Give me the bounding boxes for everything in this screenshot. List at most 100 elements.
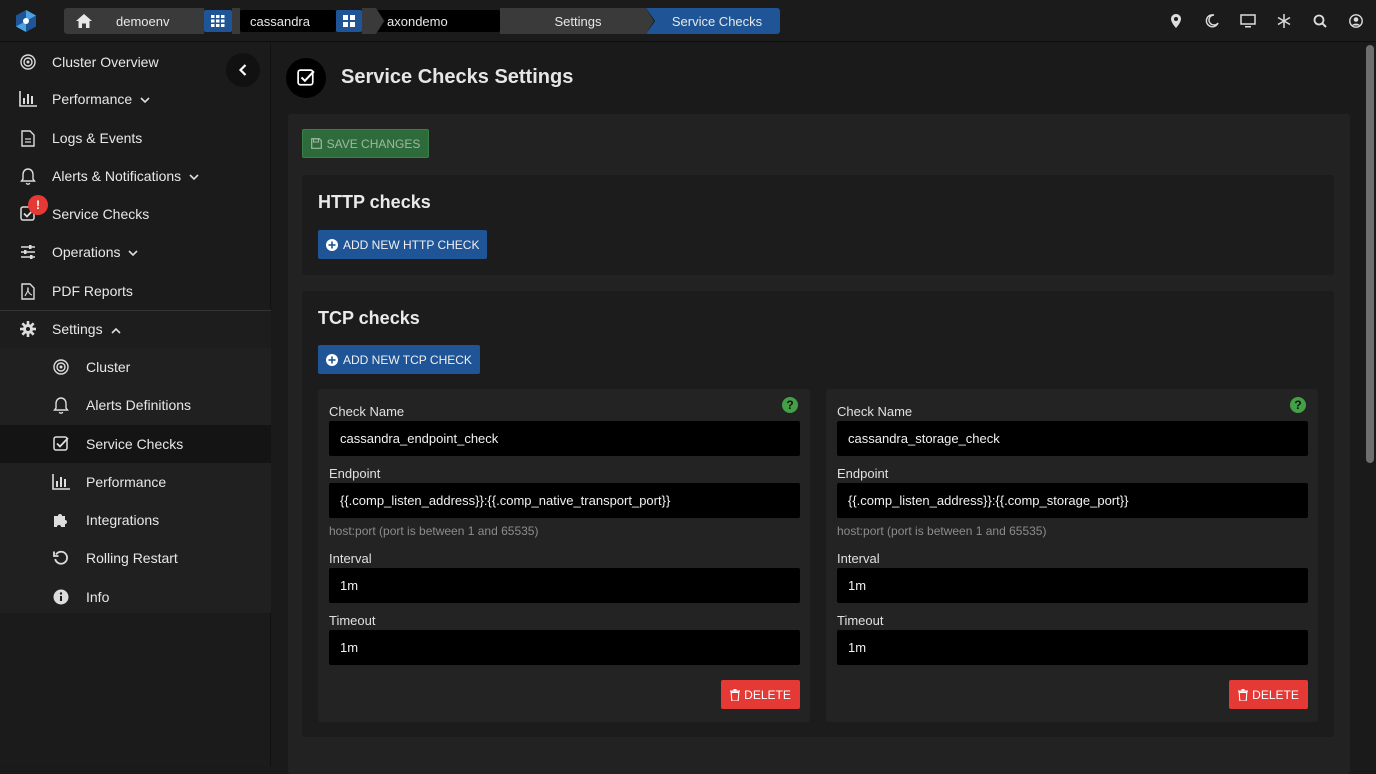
settings-item-integrations[interactable]: Integrations [0, 501, 271, 539]
sidebar-item-logs-events[interactable]: Logs & Events [0, 119, 271, 157]
settings-item-service-checks[interactable]: Service Checks [0, 425, 271, 463]
settings-item-label: Cluster [86, 359, 131, 375]
timeout-label: Timeout [837, 613, 884, 628]
settings-item-alerts-definitions[interactable]: Alerts Definitions [0, 386, 271, 424]
sliders-icon [18, 242, 38, 262]
sidebar-item-label-row: Operations [52, 244, 139, 260]
breadcrumb-home[interactable] [64, 8, 104, 34]
sidebar-item-label: Operations [52, 244, 121, 260]
user-icon[interactable] [1346, 11, 1366, 31]
page-title: Service Checks Settings [341, 66, 574, 88]
grid-icon [211, 15, 225, 27]
settings-item-rolling-restart[interactable]: Rolling Restart [0, 539, 271, 577]
breadcrumb-settings[interactable]: Settings [500, 8, 655, 34]
settings-item-label: Integrations [86, 512, 160, 528]
save-changes-label: SAVE CHANGES [326, 136, 421, 151]
add-http-check-label: ADD NEW HTTP CHECK [343, 237, 480, 252]
delete-label: DELETE [1252, 687, 1299, 702]
sidebar-item-settings[interactable]: Settings [0, 310, 271, 348]
endpoint-input[interactable]: {{.comp_listen_address}}:{{.comp_native_… [329, 483, 800, 518]
settings-item-label: Info [86, 589, 110, 605]
endpoint-input[interactable]: {{.comp_listen_address}}:{{.comp_storage… [837, 483, 1308, 518]
alert-badge: ! [28, 195, 48, 215]
app-logo-icon[interactable] [14, 9, 38, 33]
bell-icon [51, 395, 71, 415]
sidebar-item-label: PDF Reports [52, 283, 133, 299]
floppy-disk-icon [310, 138, 322, 149]
trash-icon [730, 688, 741, 701]
delete-check-button[interactable]: DELETE [721, 680, 800, 709]
page-scrollbar[interactable] [1364, 43, 1376, 766]
chevron-down-icon [128, 250, 139, 257]
timeout-input[interactable]: 1m [837, 630, 1308, 665]
endpoint-label: Endpoint [837, 466, 889, 481]
checkbox-icon [297, 69, 315, 86]
timeout-input[interactable]: 1m [329, 630, 800, 665]
sidebar-item-performance[interactable]: Performance [0, 80, 271, 118]
sidebar-item-label: Performance [52, 91, 133, 107]
settings-item-performance[interactable]: Performance [0, 463, 271, 501]
endpoint-label: Endpoint [329, 466, 381, 481]
sidebar-item-alerts-notifications[interactable]: Alerts & Notifications [0, 157, 271, 195]
check-name-label: Check Name [837, 404, 913, 419]
sidebar-item-pdf-reports[interactable]: PDF Reports [0, 272, 271, 310]
settings-item-label: Alerts Definitions [86, 397, 192, 413]
service-checks-title-icon [286, 58, 326, 98]
breadcrumb-environment-label: demoenv [116, 13, 170, 29]
search-icon[interactable] [1310, 11, 1330, 31]
breadcrumb-workspace[interactable]: axondemo [376, 10, 500, 32]
pdf-icon [18, 281, 38, 301]
plus-circle-icon [326, 353, 338, 366]
snowflake-icon[interactable] [1274, 11, 1294, 31]
check-name-input[interactable]: cassandra_endpoint_check [329, 421, 800, 456]
bell-icon [18, 166, 38, 186]
breadcrumb-service-checks-label: Service Checks [671, 13, 763, 29]
sidebar-item-label: Cluster Overview [52, 54, 159, 70]
environment-switcher-button[interactable] [204, 10, 232, 32]
grid-2x2-icon [343, 15, 355, 27]
settings-item-cluster[interactable]: Cluster [0, 348, 271, 386]
top-bar: demoenv cassandra axondemo Settings Serv… [0, 0, 1376, 42]
moon-icon[interactable] [1202, 11, 1222, 31]
settings-panel: SAVE CHANGES HTTP checks ADD NEW HTTP CH… [288, 114, 1350, 774]
sidebar-item-operations[interactable]: Operations [0, 233, 271, 271]
cluster-switcher-button[interactable] [336, 10, 362, 32]
main-content: Service Checks Settings SAVE CHANGES HTT… [272, 43, 1364, 774]
monitor-icon[interactable] [1238, 11, 1258, 31]
breadcrumb-cluster[interactable]: cassandra [240, 10, 336, 32]
help-icon[interactable]: ? [1290, 397, 1306, 413]
check-name-input[interactable]: cassandra_storage_check [837, 421, 1308, 456]
settings-item-info[interactable]: Info [0, 578, 271, 616]
breadcrumb-environment[interactable]: demoenv [104, 8, 204, 34]
interval-input[interactable]: 1m [837, 568, 1308, 603]
chevron-up-icon [111, 327, 121, 334]
plus-circle-icon [326, 238, 338, 251]
tcp-checks-card: TCP checks ADD NEW TCP CHECK ? Check Nam… [302, 291, 1334, 737]
delete-check-button[interactable]: DELETE [1229, 680, 1308, 709]
delete-label: DELETE [744, 687, 791, 702]
http-checks-title: HTTP checks [318, 192, 431, 212]
sidebar-item-label: Settings [52, 321, 103, 337]
add-http-check-button[interactable]: ADD NEW HTTP CHECK [318, 230, 488, 259]
info-icon [51, 587, 71, 607]
breadcrumb-spacer [362, 8, 385, 34]
map-pin-icon[interactable] [1166, 11, 1186, 31]
chevron-left-icon [238, 64, 247, 76]
add-tcp-check-button[interactable]: ADD NEW TCP CHECK [318, 345, 480, 374]
help-icon[interactable]: ? [782, 397, 798, 413]
interval-label: Interval [329, 551, 372, 566]
tcp-check-card: ? Check Name cassandra_storage_check End… [826, 389, 1318, 722]
add-tcp-check-label: ADD NEW TCP CHECK [343, 352, 472, 367]
tcp-check-card: ? Check Name cassandra_endpoint_check En… [318, 389, 810, 722]
breadcrumb-service-checks[interactable]: Service Checks [646, 8, 780, 34]
save-changes-button[interactable]: SAVE CHANGES [302, 129, 429, 158]
sidebar-item-label: Service Checks [52, 206, 150, 222]
interval-input[interactable]: 1m [329, 568, 800, 603]
home-icon [76, 14, 92, 28]
checkbox-icon [51, 434, 71, 454]
sidebar: Cluster Overview Performance Logs & Even… [0, 43, 271, 766]
trash-icon [1238, 688, 1249, 701]
http-checks-card: HTTP checks ADD NEW HTTP CHECK [302, 175, 1334, 275]
scrollbar-thumb[interactable] [1366, 45, 1374, 463]
settings-item-label: Service Checks [86, 436, 184, 452]
